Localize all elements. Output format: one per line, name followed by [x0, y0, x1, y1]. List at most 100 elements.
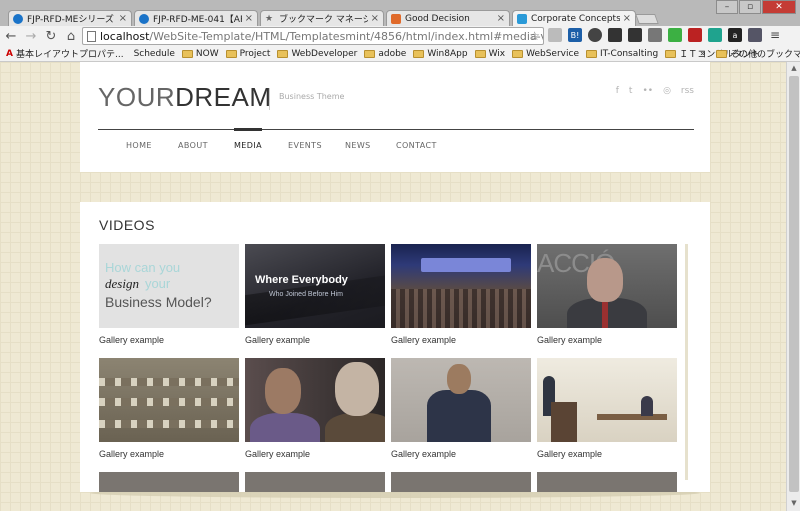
- gallery-caption[interactable]: Gallery example: [99, 335, 239, 345]
- browser-tab-1[interactable]: FJP-RFD-MEシリーズ【従来 ×: [8, 10, 132, 26]
- evernote-icon[interactable]: [708, 28, 722, 42]
- bookmark-folder[interactable]: Wix: [474, 49, 505, 59]
- extension-hb-icon[interactable]: [548, 28, 562, 42]
- video-thumbnail[interactable]: [537, 358, 677, 442]
- nav-events[interactable]: EVENTS: [288, 130, 322, 160]
- browser-tab-5-active[interactable]: Corporate Concepts ×: [512, 10, 636, 26]
- video-thumbnail-partial[interactable]: [537, 472, 677, 492]
- close-window-button[interactable]: ✕: [762, 0, 796, 14]
- bookmarks-overflow-button[interactable]: »: [700, 49, 706, 59]
- globe-icon: [13, 13, 23, 24]
- site-logo[interactable]: YOURDREAM: [98, 82, 272, 113]
- browser-tab-4[interactable]: Good Decision ×: [386, 10, 510, 26]
- close-icon[interactable]: ×: [245, 13, 253, 24]
- tab-label: FJP-RFD-ME-041【ARCH: [153, 15, 242, 25]
- bookmark-folder[interactable]: NOW: [181, 49, 219, 59]
- pocket-icon[interactable]: [628, 28, 642, 42]
- bookmark-star-icon[interactable]: ☆: [529, 29, 540, 43]
- gallery-item[interactable]: Gallery example: [537, 358, 677, 459]
- gallery-caption[interactable]: Gallery example: [391, 335, 531, 345]
- close-icon[interactable]: ×: [497, 13, 505, 24]
- cast-icon[interactable]: [648, 28, 662, 42]
- bookmark-item[interactable]: A 基本レイアウトプロパテ...: [6, 47, 124, 61]
- adobe-icon: A: [6, 48, 13, 59]
- browser-tab-3[interactable]: ★ ブックマーク マネージャ ×: [260, 10, 384, 26]
- red-extension-icon[interactable]: [688, 28, 702, 42]
- video-thumbnail-partial[interactable]: [245, 472, 385, 492]
- page-scrollbar[interactable]: ▲ ▼: [786, 62, 800, 511]
- facebook-icon[interactable]: f: [616, 86, 619, 96]
- bookmark-folder[interactable]: WebService: [512, 49, 579, 59]
- flickr-icon[interactable]: ••: [642, 86, 653, 96]
- scroll-up-icon[interactable]: ▲: [789, 64, 799, 74]
- dribbble-icon[interactable]: ◎: [663, 86, 671, 96]
- menu-icon[interactable]: ≡: [768, 28, 782, 42]
- nav-home[interactable]: HOME: [126, 130, 152, 160]
- video-thumbnail[interactable]: [391, 244, 531, 328]
- back-arrow-icon[interactable]: ←: [2, 27, 20, 45]
- bookmark-folder[interactable]: adobe: [364, 49, 406, 59]
- maximize-button[interactable]: ▫: [739, 0, 761, 14]
- close-icon[interactable]: ×: [623, 13, 631, 24]
- other-bookmarks-folder[interactable]: その他のブックマーク: [716, 47, 800, 60]
- forward-arrow-icon[interactable]: →: [22, 27, 40, 45]
- video-thumbnail[interactable]: Where Everybody Who Joined Before Him: [245, 244, 385, 328]
- nav-contact[interactable]: CONTACT: [396, 130, 437, 160]
- gallery-item[interactable]: Gallery example: [391, 358, 531, 459]
- video-thumbnail[interactable]: ACCIÓ: [537, 244, 677, 328]
- video-thumbnail[interactable]: [245, 358, 385, 442]
- gallery-item[interactable]: ACCIÓ Gallery example: [537, 244, 677, 345]
- nav-news[interactable]: NEWS: [345, 130, 371, 160]
- address-bar[interactable]: localhost/WebSite-Template/HTML/Template…: [82, 27, 544, 45]
- minimize-button[interactable]: –: [716, 0, 738, 14]
- scroll-thumb[interactable]: [789, 76, 799, 492]
- gallery-caption[interactable]: Gallery example: [245, 335, 385, 345]
- gallery-item[interactable]: Gallery example: [245, 358, 385, 459]
- folder-icon: [512, 49, 524, 58]
- gallery-item[interactable]: Gallery example: [99, 358, 239, 459]
- bookmark-item[interactable]: Schedule: [131, 49, 175, 59]
- bookmark-folder[interactable]: Win8App: [413, 49, 468, 59]
- video-thumbnail[interactable]: [99, 358, 239, 442]
- gallery-caption[interactable]: Gallery example: [537, 449, 677, 459]
- reload-icon[interactable]: ↻: [42, 27, 60, 45]
- hatena-bookmark-icon[interactable]: B!: [568, 28, 582, 42]
- new-tab-button[interactable]: [635, 14, 659, 24]
- folder-icon: [277, 49, 289, 58]
- video-thumbnail-partial[interactable]: [391, 472, 531, 492]
- main-navigation: HOME ABOUT MEDIA EVENTS NEWS CONTACT: [98, 128, 694, 160]
- green-extension-icon[interactable]: [668, 28, 682, 42]
- gallery-item[interactable]: Where Everybody Who Joined Before Him Ga…: [245, 244, 385, 345]
- bookmark-folder[interactable]: WebDeveloper: [277, 49, 357, 59]
- browser-tab-2[interactable]: FJP-RFD-ME-041【ARCH ×: [134, 10, 258, 26]
- gallery-caption[interactable]: Gallery example: [99, 449, 239, 459]
- gear-icon[interactable]: [588, 28, 602, 42]
- folder-icon: [225, 49, 237, 58]
- gallery-item[interactable]: Gallery example: [391, 244, 531, 345]
- folder-icon: [665, 49, 677, 58]
- amazon-icon[interactable]: a: [728, 28, 742, 42]
- browser-toolbar: ← → ↻ ⌂ localhost/WebSite-Template/HTML/…: [0, 26, 800, 46]
- nav-media[interactable]: MEDIA: [234, 128, 262, 158]
- twitter-icon[interactable]: t: [629, 86, 633, 96]
- scroll-down-icon[interactable]: ▼: [789, 499, 799, 509]
- gallery-scrollbar[interactable]: [685, 244, 688, 480]
- gallery-item[interactable]: How can you design your Business Model? G…: [99, 244, 239, 345]
- nav-about[interactable]: ABOUT: [178, 130, 208, 160]
- gallery-caption[interactable]: Gallery example: [537, 335, 677, 345]
- close-icon[interactable]: ×: [119, 13, 127, 24]
- video-thumbnail[interactable]: How can you design your Business Model?: [99, 244, 239, 328]
- tab-label: Corporate Concepts: [531, 13, 620, 24]
- bookmark-folder[interactable]: IT-Consalting: [585, 49, 658, 59]
- video-thumbnail-partial[interactable]: [99, 472, 239, 492]
- home-icon[interactable]: ⌂: [62, 27, 80, 45]
- shield-icon[interactable]: [748, 28, 762, 42]
- gallery-caption[interactable]: Gallery example: [391, 449, 531, 459]
- bookmark-folder[interactable]: Project: [225, 49, 270, 59]
- extension-icon[interactable]: [608, 28, 622, 42]
- close-icon[interactable]: ×: [371, 13, 379, 24]
- extension-icons: B! a ≡: [548, 28, 788, 42]
- rss-icon[interactable]: rss: [681, 86, 694, 96]
- gallery-caption[interactable]: Gallery example: [245, 449, 385, 459]
- video-thumbnail[interactable]: [391, 358, 531, 442]
